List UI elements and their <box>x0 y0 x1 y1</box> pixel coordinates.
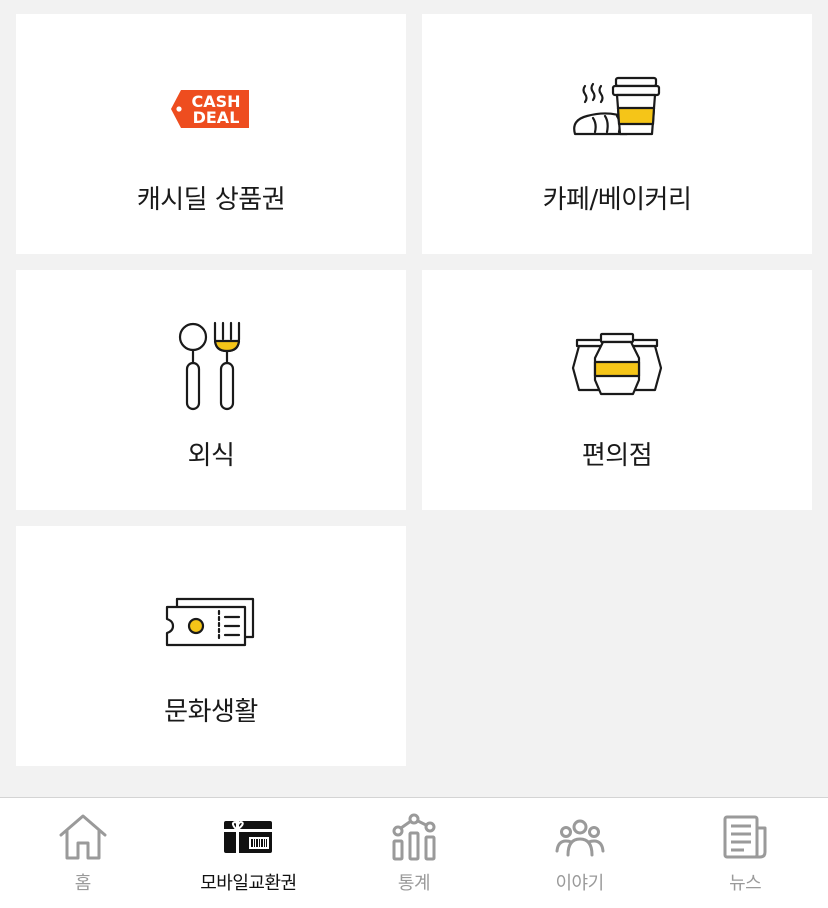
category-card-cashdeal[interactable]: CASH DEAL 캐시딜 상품권 <box>16 14 406 254</box>
category-card-convenience-store[interactable]: 편의점 <box>422 270 812 510</box>
category-label: 카페/베이커리 <box>542 185 692 215</box>
tab-mobile-voucher[interactable]: 모바일교환권 <box>166 798 332 908</box>
stats-icon <box>331 812 497 862</box>
tab-label: 홈 <box>74 873 92 894</box>
category-label: 외식 <box>187 441 235 471</box>
bottom-tab-bar: 홈 모바일교환권 통계 이야기 뉴스 <box>0 797 828 908</box>
category-grid: CASH DEAL 캐시딜 상품권 카페/베이커리 외식 편의점 문화생활 <box>16 14 812 766</box>
tab-news[interactable]: 뉴스 <box>662 798 828 908</box>
ticket-icon <box>16 576 406 666</box>
tab-label: 이야기 <box>555 873 604 894</box>
category-card-dining[interactable]: 외식 <box>16 270 406 510</box>
tab-story[interactable]: 이야기 <box>497 798 663 908</box>
spoon-fork-icon <box>16 320 406 411</box>
tab-stats[interactable]: 통계 <box>331 798 497 908</box>
category-label: 캐시딜 상품권 <box>136 185 286 215</box>
category-label: 편의점 <box>581 441 653 471</box>
jars-icon <box>422 320 812 410</box>
category-card-culture[interactable]: 문화생활 <box>16 526 406 766</box>
coffee-bread-icon <box>422 64 812 154</box>
cashdeal-tag-icon: CASH DEAL <box>16 64 406 154</box>
home-icon <box>0 812 166 862</box>
tab-label: 통계 <box>397 873 431 894</box>
gift-card-icon <box>166 812 332 862</box>
cashdeal-badge-line2: DEAL <box>193 108 240 127</box>
news-icon <box>662 812 828 862</box>
tab-label: 모바일교환권 <box>200 873 297 894</box>
tab-home[interactable]: 홈 <box>0 798 166 908</box>
community-icon <box>497 812 663 862</box>
category-label: 문화생활 <box>164 697 258 727</box>
category-card-cafe-bakery[interactable]: 카페/베이커리 <box>422 14 812 254</box>
tab-label: 뉴스 <box>729 873 762 894</box>
